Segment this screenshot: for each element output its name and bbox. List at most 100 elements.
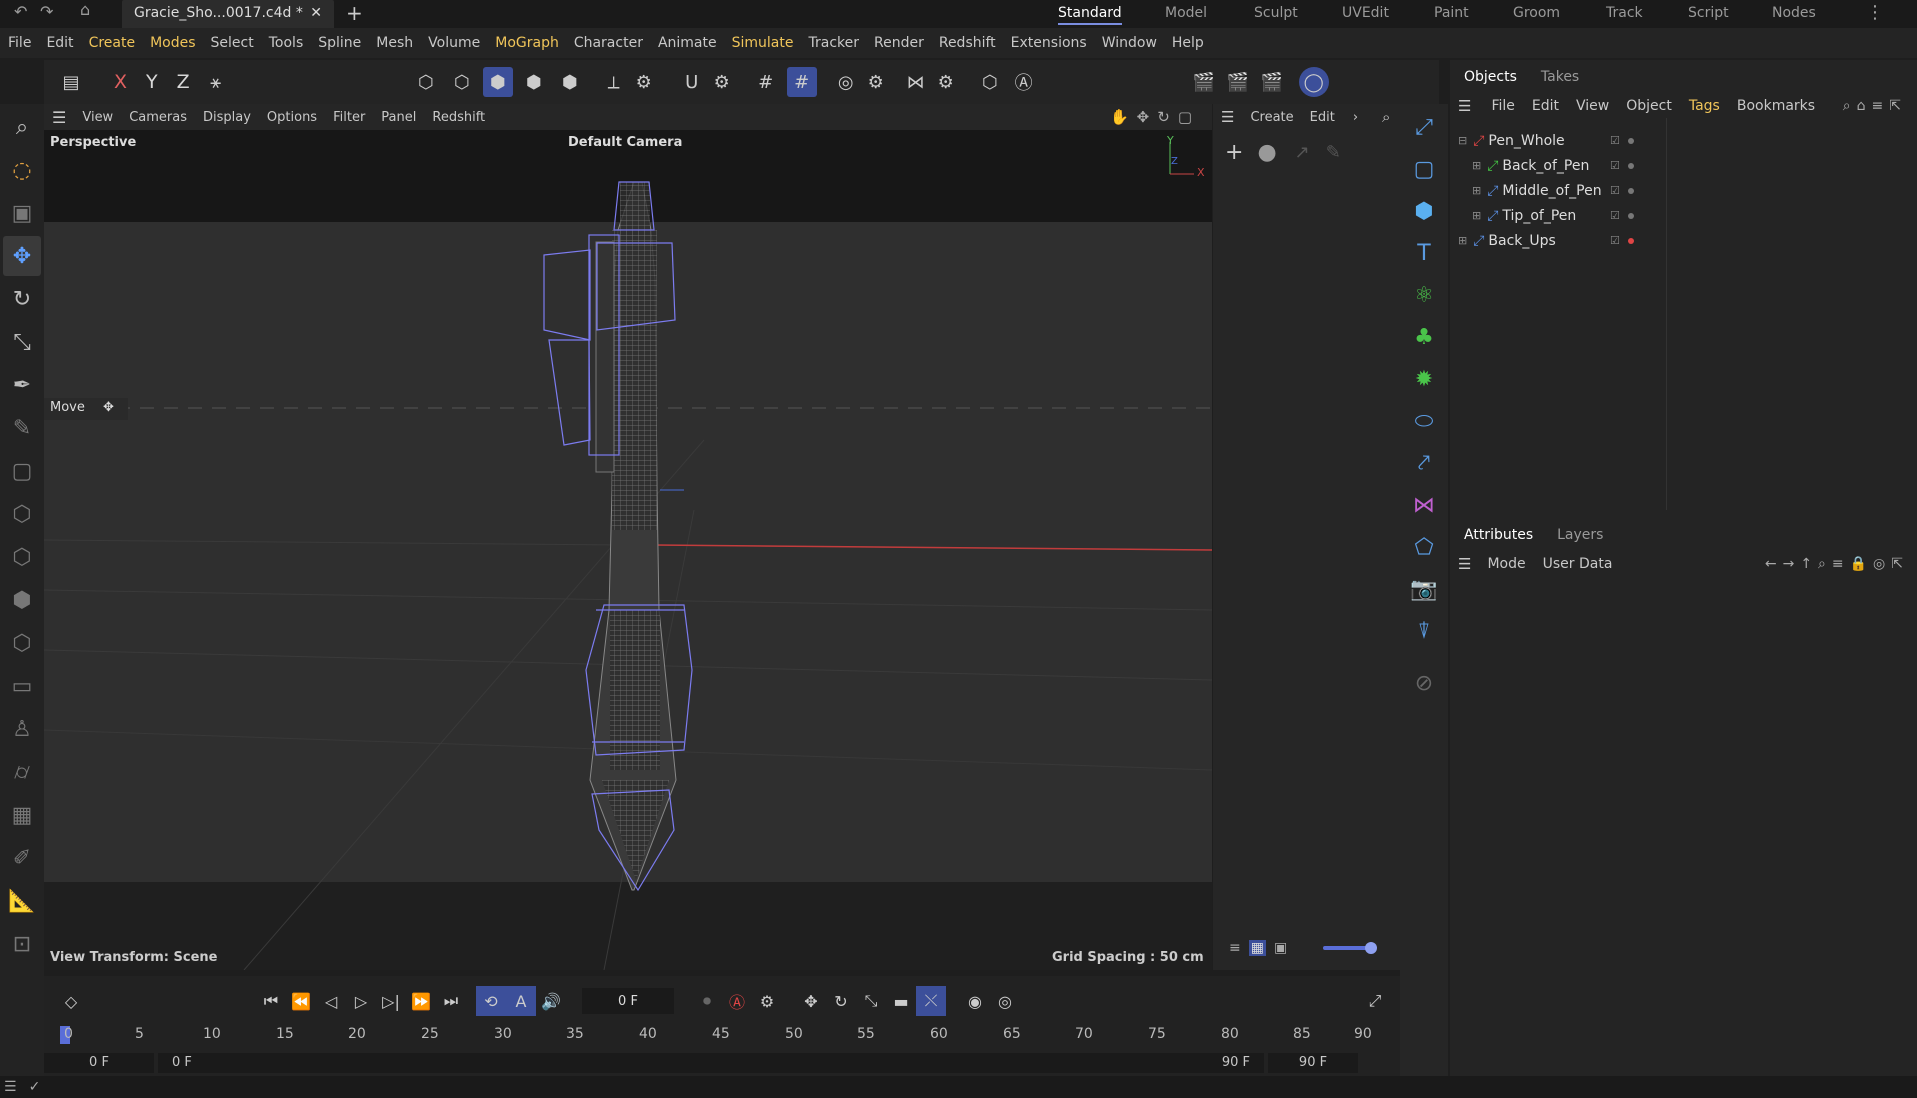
motion-clip-icon[interactable]: ◎ — [990, 986, 1020, 1016]
edit-visibility-icon[interactable]: ☑ — [1610, 234, 1620, 247]
fracture-icon[interactable]: ♣ — [1404, 318, 1444, 356]
points-mode-icon[interactable]: ⬡ — [411, 67, 441, 97]
menu-help[interactable]: Help — [1172, 35, 1204, 51]
cube-outline-icon[interactable]: ⬡ — [3, 537, 41, 577]
null-object-icon[interactable]: ⤢ — [1404, 108, 1444, 146]
symmetry-icon[interactable]: ⋈ — [901, 67, 931, 97]
z-axis-lock[interactable]: Z — [177, 71, 190, 93]
generator-icon[interactable]: ⋈ — [1404, 486, 1444, 524]
layout-tab-nodes[interactable]: Nodes — [1772, 5, 1816, 21]
attributes-menu-user-data[interactable]: User Data — [1543, 556, 1613, 572]
render-dot[interactable] — [1628, 237, 1634, 244]
viewport-hamburger-icon[interactable]: ☰ — [52, 108, 66, 127]
deformer-icon[interactable]: ⬭ — [1404, 402, 1444, 440]
timeline-expand-icon[interactable]: ⤢ — [1360, 986, 1390, 1016]
menu-spline[interactable]: Spline — [318, 35, 361, 51]
brush-icon[interactable]: ✐ — [3, 838, 41, 878]
layout-tab-model[interactable]: Model — [1165, 5, 1207, 21]
menu-tracker[interactable]: Tracker — [808, 35, 859, 51]
workplane-icon[interactable]: # — [786, 67, 817, 97]
layout-tab-track[interactable]: Track — [1606, 5, 1643, 21]
loop-icon[interactable]: ⟲ — [476, 986, 506, 1016]
edges-mode-icon[interactable]: ⬡ — [447, 67, 477, 97]
viewport-menu-redshift[interactable]: Redshift — [432, 110, 485, 125]
rotate-tool-icon[interactable]: ↻ — [3, 279, 41, 319]
object-row-tip-of-pen[interactable]: ⊞ ⤢ Tip_of_Pen ☑ — [1450, 203, 1917, 228]
paint-icon[interactable]: ♙ — [3, 709, 41, 749]
objects-menu-view[interactable]: View — [1576, 98, 1609, 114]
material-picker-icon[interactable]: ✎ — [1326, 142, 1341, 163]
collapse-icon[interactable]: ⊟ — [1458, 134, 1467, 147]
redshift-render-icon[interactable]: ◯ — [1298, 67, 1329, 97]
expand-icon[interactable]: ⊞ — [1472, 209, 1481, 222]
playback-rate-icon[interactable]: A — [506, 986, 536, 1016]
key-scale-icon[interactable]: ⤡ — [856, 986, 886, 1016]
menu-file[interactable]: File — [8, 35, 31, 51]
menu-animate[interactable]: Animate — [658, 35, 717, 51]
current-frame-field[interactable]: 0 F — [582, 988, 674, 1014]
objects-menu-edit[interactable]: Edit — [1532, 98, 1559, 114]
play-icon[interactable]: ▷ — [346, 986, 376, 1016]
object-name[interactable]: Back_Ups — [1488, 233, 1555, 249]
viewport-projection-label[interactable]: Perspective — [50, 135, 136, 150]
3d-viewport[interactable]: Perspective Default Camera Y X Z Move ✥ … — [44, 130, 1212, 970]
viewport-menu-display[interactable]: Display — [203, 110, 251, 125]
light-icon[interactable]: ⍒ — [1404, 612, 1444, 650]
attributes-hamburger-icon[interactable]: ☰ — [1458, 555, 1471, 573]
key-position-icon[interactable]: ✥ — [796, 986, 826, 1016]
wireframe-cube-icon[interactable]: ⬡ — [3, 623, 41, 663]
render-dot[interactable] — [1628, 212, 1634, 219]
render-dot[interactable] — [1628, 137, 1634, 144]
keyframe-icon[interactable]: ◇ — [56, 986, 86, 1016]
text-object-icon[interactable]: T — [1404, 234, 1444, 272]
preview-range-slider[interactable]: 0 F 90 F — [158, 1053, 1264, 1073]
key-param-icon[interactable]: ▬ — [886, 986, 916, 1016]
edit-visibility-icon[interactable]: ☑ — [1610, 159, 1620, 172]
menu-render[interactable]: Render — [874, 35, 924, 51]
bake-icon[interactable]: ▦ — [3, 795, 41, 835]
ruler-icon[interactable]: 📐 — [3, 881, 41, 921]
layout-tab-standard[interactable]: Standard — [1058, 5, 1122, 25]
record-icon[interactable]: ⏺ — [692, 986, 722, 1016]
viewport-menu-cameras[interactable]: Cameras — [129, 110, 187, 125]
objects-hamburger-icon[interactable]: ☰ — [1458, 97, 1471, 115]
home-icon[interactable]: ⌂ — [80, 0, 90, 19]
tab-layers[interactable]: Layers — [1557, 527, 1603, 543]
expand-icon[interactable]: ⊞ — [1472, 184, 1481, 197]
menu-select[interactable]: Select — [211, 35, 254, 51]
snap-icon[interactable]: U — [677, 67, 707, 97]
polygon-object-icon[interactable]: ▢ — [3, 451, 41, 491]
layout-tab-sculpt[interactable]: Sculpt — [1254, 5, 1298, 21]
sound-icon[interactable]: 🔊 — [536, 986, 566, 1016]
menu-character[interactable]: Character — [574, 35, 643, 51]
selection-tool-icon[interactable]: ◌ — [3, 150, 41, 190]
render-view-icon[interactable]: ◎ — [831, 67, 861, 97]
viewport-menu-options[interactable]: Options — [267, 110, 317, 125]
object-row-middle-of-pen[interactable]: ⊞ ⤢ Middle_of_Pen ☑ — [1450, 178, 1917, 203]
key-pla-icon[interactable]: ⤬ — [916, 986, 946, 1016]
undo-icon[interactable]: ↶ — [14, 2, 27, 21]
menu-tools[interactable]: Tools — [269, 35, 304, 51]
menu-simulate[interactable]: Simulate — [732, 35, 794, 51]
go-to-start-icon[interactable]: ⏮ — [256, 986, 286, 1016]
next-key-icon[interactable]: ⏩ — [406, 986, 436, 1016]
viewport-menu-view[interactable]: View — [82, 110, 113, 125]
material-menu-edit[interactable]: Edit — [1310, 110, 1335, 125]
move-tool-hud[interactable]: Move ✥ — [44, 398, 128, 420]
render-to-picture-viewer-icon[interactable]: 🎬 — [1223, 67, 1253, 97]
material-search-icon[interactable]: ⌕ — [1382, 108, 1390, 126]
material-hamburger-icon[interactable]: ☰ — [1221, 108, 1234, 126]
viewport-menu-panel[interactable]: Panel — [381, 110, 416, 125]
menu-redshift[interactable]: Redshift — [939, 35, 996, 51]
polygons-mode-icon[interactable]: ⬢ — [482, 67, 513, 97]
redshift-ipr-icon[interactable]: ⬡ — [975, 67, 1005, 97]
y-axis-lock[interactable]: Y — [146, 71, 158, 93]
effector-icon[interactable]: ✹ — [1404, 360, 1444, 398]
object-name[interactable]: Pen_Whole — [1488, 133, 1564, 149]
menu-edit[interactable]: Edit — [46, 35, 73, 51]
focus-icon[interactable]: ⊡ — [3, 924, 41, 964]
expand-icon[interactable]: ⊞ — [1458, 234, 1467, 247]
texture-cube-icon[interactable]: ⬢ — [3, 580, 41, 620]
material-menu-create[interactable]: Create — [1250, 110, 1293, 125]
coordinate-system-icon[interactable]: ⚹ — [201, 67, 231, 97]
